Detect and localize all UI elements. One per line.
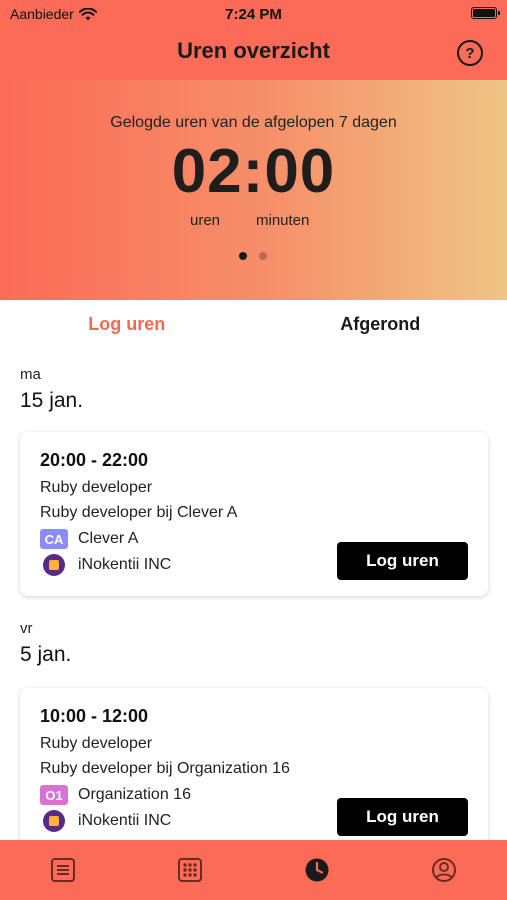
entry-description: Ruby developer bij Clever A	[40, 504, 238, 521]
page-dot-2[interactable]	[259, 252, 267, 260]
tabbar-item-profile[interactable]	[380, 840, 507, 900]
unit-minutes-label: minuten	[256, 212, 310, 229]
time-entry-card[interactable]: 20:00 - 22:00 Ruby developer Ruby develo…	[20, 432, 488, 596]
page-title: Uren overzicht	[177, 38, 330, 63]
entry-company: iNokentii INC	[40, 810, 171, 832]
entry-time: 20:00 - 22:00	[40, 450, 149, 470]
page-indicator[interactable]	[239, 252, 267, 260]
day-date: 5 jan.	[20, 643, 72, 666]
grid-icon	[178, 858, 203, 882]
entry-company: iNokentii INC	[40, 554, 171, 576]
status-bar: Aanbieder 7:24 PM	[0, 0, 507, 28]
time-entry-card[interactable]: 10:00 - 12:00 Ruby developer Ruby develo…	[20, 688, 488, 852]
total-time: 02:00	[171, 137, 336, 206]
company-logo-icon	[43, 554, 65, 576]
day-date: 15 jan.	[20, 389, 84, 412]
company-logo-icon	[43, 810, 65, 832]
company-name: iNokentii INC	[78, 556, 172, 573]
battery-icon	[471, 7, 500, 19]
segment-tabs: Log uren Afgerond	[0, 300, 507, 350]
tab-log-uren[interactable]: Log uren	[0, 300, 254, 350]
tabbar-item-grid[interactable]	[127, 840, 254, 900]
tabbar-item-hours[interactable]	[254, 840, 381, 900]
list-icon	[51, 858, 76, 882]
entry-organization: O1 Organization 16	[40, 785, 191, 805]
day-header: vr 5 jan.	[20, 620, 71, 667]
entry-role: Ruby developer	[40, 479, 153, 496]
entry-organization: CA Clever A	[40, 529, 138, 549]
help-button[interactable]: ?	[457, 40, 483, 66]
entry-time: 10:00 - 12:00	[40, 706, 149, 726]
day-name: ma	[20, 366, 41, 383]
log-uren-button[interactable]: Log uren	[337, 542, 468, 580]
org-badge: CA	[40, 529, 68, 549]
hours-subtitle: Gelogde uren van de afgelopen 7 dagen	[110, 114, 397, 131]
entry-role: Ruby developer	[40, 735, 153, 752]
bottom-tab-bar	[0, 840, 507, 900]
tabbar-item-list[interactable]	[0, 840, 127, 900]
org-name: Organization 16	[78, 786, 191, 803]
page-dot-1[interactable]	[239, 252, 247, 260]
clock-icon	[305, 858, 329, 882]
org-badge: O1	[40, 785, 68, 805]
tab-afgerond[interactable]: Afgerond	[254, 300, 507, 350]
unit-hours-label: uren	[190, 212, 221, 229]
day-header: ma 15 jan.	[20, 366, 83, 413]
entry-description: Ruby developer bij Organization 16	[40, 760, 290, 777]
org-name: Clever A	[78, 530, 139, 547]
log-uren-button[interactable]: Log uren	[337, 798, 468, 836]
profile-icon	[431, 858, 456, 882]
day-name: vr	[20, 620, 33, 637]
status-time: 7:24 PM	[225, 6, 282, 23]
company-name: iNokentii INC	[78, 812, 172, 829]
